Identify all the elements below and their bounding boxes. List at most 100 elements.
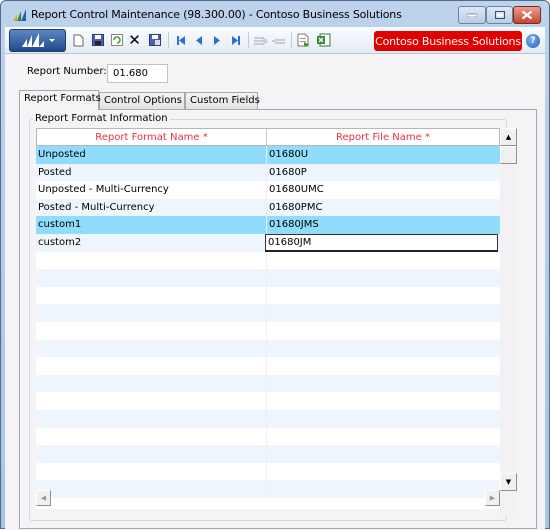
table-row[interactable] — [36, 462, 500, 481]
report-number-input[interactable]: 01.680 — [107, 64, 168, 83]
last-record-icon[interactable] — [228, 32, 243, 48]
table-row[interactable] — [36, 409, 500, 428]
cell-format-name[interactable] — [36, 392, 267, 410]
scroll-up-button[interactable]: ▲ — [500, 128, 517, 146]
app-icon — [13, 9, 26, 21]
help-icon[interactable]: ? — [526, 34, 540, 48]
delete-icon[interactable]: ✕ — [127, 31, 142, 49]
cell-file-name[interactable] — [267, 480, 500, 498]
vertical-scrollbar[interactable]: ▲ ▼ — [500, 128, 517, 516]
scroll-thumb[interactable] — [500, 146, 517, 164]
cell-format-name[interactable] — [36, 445, 267, 463]
table-row[interactable] — [36, 286, 500, 305]
cell-format-name[interactable] — [36, 357, 267, 375]
first-record-icon[interactable] — [173, 32, 188, 48]
cell-format-name[interactable] — [36, 427, 267, 446]
cell-file-name[interactable]: 01680UMC — [267, 181, 500, 199]
cell-file-name[interactable] — [267, 322, 500, 340]
save-icon[interactable] — [90, 32, 105, 48]
group-label: Report Format Information — [33, 113, 170, 124]
close-icon — [521, 10, 533, 20]
grid-header: Report Format Name * Report File Name * — [36, 128, 500, 146]
minimize-button[interactable] — [458, 6, 486, 24]
cell-format-name[interactable]: custom1 — [36, 216, 267, 234]
cell-format-name[interactable] — [36, 251, 267, 270]
cell-file-name[interactable]: 01680PMC — [267, 199, 500, 217]
table-row[interactable] — [36, 339, 500, 358]
cell-file-name-editor[interactable]: 01680JM — [265, 233, 498, 252]
table-row[interactable]: Unposted - Multi-Currency 01680UMC — [36, 181, 500, 199]
new-icon[interactable] — [71, 32, 86, 48]
cell-file-name[interactable] — [267, 428, 500, 446]
table-row[interactable] — [36, 427, 500, 446]
cell-format-name[interactable]: Posted — [36, 163, 267, 182]
column-header-format-name[interactable]: Report Format Name * — [37, 129, 267, 145]
scroll-left-button[interactable]: ◀ — [36, 490, 51, 506]
table-row[interactable]: custom1 01680JMS — [36, 216, 500, 234]
table-row[interactable] — [36, 251, 500, 270]
cell-file-name[interactable]: 01680P — [267, 164, 500, 182]
cell-format-name[interactable] — [36, 374, 267, 393]
maximize-button[interactable] — [486, 6, 513, 24]
cell-format-name[interactable] — [36, 321, 267, 340]
cell-file-name[interactable] — [267, 269, 500, 287]
scroll-down-button[interactable]: ▼ — [500, 473, 517, 491]
cell-format-name[interactable]: Unposted - Multi-Currency — [36, 181, 267, 199]
tab-report-formats[interactable]: Report Formats — [19, 90, 101, 110]
delete-row-icon — [271, 32, 286, 48]
report-icon[interactable] — [296, 32, 311, 48]
close-button[interactable] — [513, 6, 541, 24]
title-bar[interactable]: Report Control Maintenance (98.300.00) -… — [1, 1, 549, 27]
down-arrow-icon: ▼ — [505, 478, 512, 486]
up-arrow-icon: ▲ — [505, 133, 512, 141]
cell-file-name[interactable] — [267, 340, 500, 358]
table-row[interactable]: custom2 01680JM — [36, 233, 500, 252]
toolbar-separator — [291, 32, 292, 48]
next-record-icon[interactable] — [209, 32, 224, 48]
cell-file-name[interactable] — [267, 445, 500, 463]
previous-record-icon[interactable] — [191, 32, 206, 48]
table-row[interactable] — [36, 480, 500, 498]
cell-file-name[interactable] — [267, 410, 500, 428]
toolbar-separator — [168, 32, 169, 48]
table-row[interactable] — [36, 321, 500, 340]
table-row[interactable] — [36, 357, 500, 375]
company-badge[interactable]: Contoso Business Solutions — [374, 31, 522, 51]
cell-format-name[interactable] — [36, 286, 267, 305]
table-row[interactable] — [36, 392, 500, 410]
cell-format-name[interactable] — [36, 480, 267, 498]
cell-file-name[interactable]: 01680JMS — [267, 216, 500, 234]
table-row[interactable]: Posted 01680P — [36, 163, 500, 182]
table-row[interactable]: Posted - Multi-Currency 01680PMC — [36, 198, 500, 217]
tab-custom-fields[interactable]: Custom Fields — [185, 92, 260, 109]
cell-format-name[interactable] — [36, 339, 267, 358]
save-close-icon[interactable] — [147, 32, 162, 48]
refresh-icon[interactable] — [109, 32, 124, 48]
table-row[interactable]: Unposted 01680U — [36, 146, 500, 164]
table-row[interactable] — [36, 374, 500, 393]
tab-control-options[interactable]: Control Options — [99, 92, 185, 109]
cell-file-name[interactable] — [267, 304, 500, 322]
cell-format-name[interactable] — [36, 304, 267, 322]
window-client: ✕ Contoso Business Solutions ? Report Nu… — [5, 27, 545, 530]
table-row[interactable] — [36, 304, 500, 322]
cell-format-name[interactable] — [36, 462, 267, 481]
cell-file-name[interactable] — [267, 375, 500, 393]
cell-format-name[interactable] — [36, 409, 267, 428]
cell-file-name[interactable] — [267, 463, 500, 481]
cell-format-name[interactable] — [36, 269, 267, 287]
cell-format-name[interactable]: custom2 — [36, 233, 267, 252]
cell-format-name[interactable]: Unposted — [36, 146, 267, 164]
cell-file-name[interactable] — [267, 392, 500, 410]
dynamics-menu-button[interactable] — [9, 29, 66, 52]
table-row[interactable] — [36, 445, 500, 463]
excel-icon[interactable] — [316, 32, 331, 48]
table-row[interactable] — [36, 269, 500, 287]
cell-file-name[interactable]: 01680U — [267, 146, 500, 164]
column-header-file-name[interactable]: Report File Name * — [267, 129, 499, 145]
cell-file-name[interactable] — [267, 287, 500, 305]
cell-file-name[interactable] — [267, 357, 500, 375]
cell-file-name[interactable] — [267, 252, 500, 270]
scroll-right-button[interactable]: ▶ — [485, 490, 500, 506]
cell-format-name[interactable]: Posted - Multi-Currency — [36, 198, 267, 217]
